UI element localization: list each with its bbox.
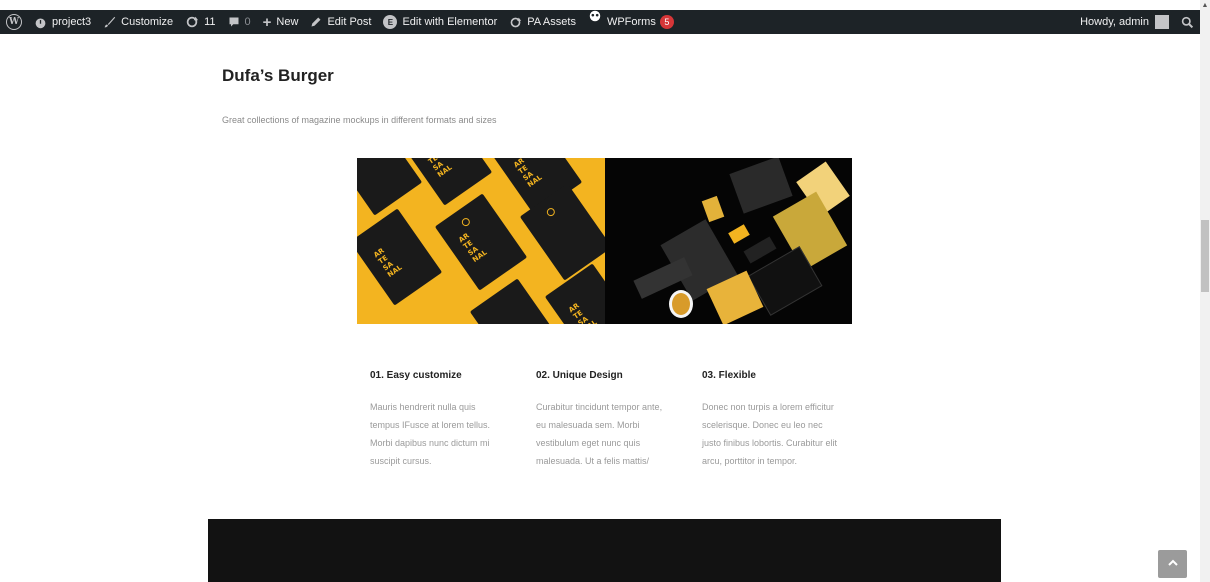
edit-post-link[interactable]: Edit Post — [304, 10, 377, 34]
site-name-link[interactable]: project3 — [28, 10, 97, 34]
pa-assets-link[interactable]: PA Assets — [503, 10, 582, 34]
feature-title: 02. Unique Design — [536, 370, 623, 381]
feature-text: Curabitur tincidunt tempor ante, eu male… — [536, 402, 663, 466]
howdy-label: Howdy, admin — [1080, 16, 1149, 28]
wpforms-link[interactable]: WPForms 5 — [582, 10, 680, 34]
page-title: Dufa’s Burger — [222, 66, 334, 85]
wpforms-icon — [588, 9, 602, 23]
comment-icon — [228, 16, 240, 28]
pencil-icon — [310, 16, 322, 28]
feature-title: 01. Easy customize — [370, 370, 462, 381]
back-to-top-button[interactable] — [1158, 550, 1187, 578]
bag-mockup: AR TE SA NAL — [434, 193, 528, 291]
pa-assets-label: PA Assets — [527, 16, 576, 28]
wpforms-label: WPForms — [606, 16, 656, 28]
edit-post-label: Edit Post — [327, 16, 372, 28]
refresh-icon — [185, 15, 199, 29]
scroll-up-arrow-icon[interactable]: ▲ — [1200, 0, 1210, 12]
bag-mockup — [357, 158, 423, 216]
wpforms-badge: 5 — [659, 15, 674, 29]
pa-icon — [509, 16, 522, 29]
feature-card: 03. Flexible Donec non turpis a lorem ef… — [702, 370, 868, 470]
bag-mockup: AR TE SA NAL — [357, 208, 443, 306]
new-content-link[interactable]: + New — [257, 10, 305, 34]
hero-image: AR TE SA NAL AR TE SA NAL AR TE SA NAL A… — [357, 158, 852, 324]
cup-mockup — [669, 290, 693, 318]
plus-icon: + — [262, 13, 272, 31]
scroll-thumb[interactable] — [1201, 220, 1209, 292]
box-mockup — [729, 158, 793, 214]
edit-elementor-link[interactable]: E Edit with Elementor — [377, 10, 503, 34]
my-account-link[interactable]: Howdy, admin — [1074, 10, 1175, 34]
features-row: 01. Easy customize Mauris hendrerit null… — [370, 370, 868, 470]
updates-link[interactable]: 11 — [179, 10, 221, 34]
feature-text: Donec non turpis a lorem efficitur scele… — [702, 402, 838, 466]
comments-count: 0 — [244, 16, 251, 28]
customize-label: Customize — [121, 16, 174, 28]
admin-bar: W project3 Customize 11 0 + New Edit Pos… — [0, 10, 1200, 34]
wordpress-menu[interactable]: W — [0, 10, 28, 34]
feature-text: Mauris hendrerit nulla quis tempus IFusc… — [370, 402, 491, 466]
feature-card: 02. Unique Design Curabitur tincidunt te… — [536, 370, 702, 470]
brush-icon — [103, 16, 116, 29]
edit-elementor-label: Edit with Elementor — [402, 16, 498, 28]
page-scrollbar[interactable]: ▲ — [1200, 0, 1210, 582]
updates-count: 11 — [204, 16, 216, 28]
dark-section — [208, 519, 1001, 582]
chevron-up-icon — [1167, 559, 1178, 570]
comments-link[interactable]: 0 — [222, 10, 257, 34]
search-button[interactable] — [1175, 10, 1200, 34]
hero-image-bags: AR TE SA NAL AR TE SA NAL AR TE SA NAL A… — [357, 158, 605, 324]
hero-image-products — [605, 158, 852, 324]
customize-link[interactable]: Customize — [97, 10, 179, 34]
tag-mockup — [728, 224, 750, 244]
dashboard-icon — [34, 16, 47, 29]
card-dark-mockup — [743, 236, 777, 264]
page-subtitle: Great collections of magazine mockups in… — [222, 115, 497, 125]
elementor-icon: E — [383, 15, 398, 29]
search-icon — [1181, 16, 1194, 29]
site-name-label: project3 — [52, 16, 92, 28]
feature-title: 03. Flexible — [702, 370, 756, 381]
wordpress-logo-icon: W — [6, 14, 22, 30]
avatar — [1155, 15, 1169, 29]
feature-card: 01. Easy customize Mauris hendrerit null… — [370, 370, 536, 470]
new-label: New — [276, 16, 299, 28]
